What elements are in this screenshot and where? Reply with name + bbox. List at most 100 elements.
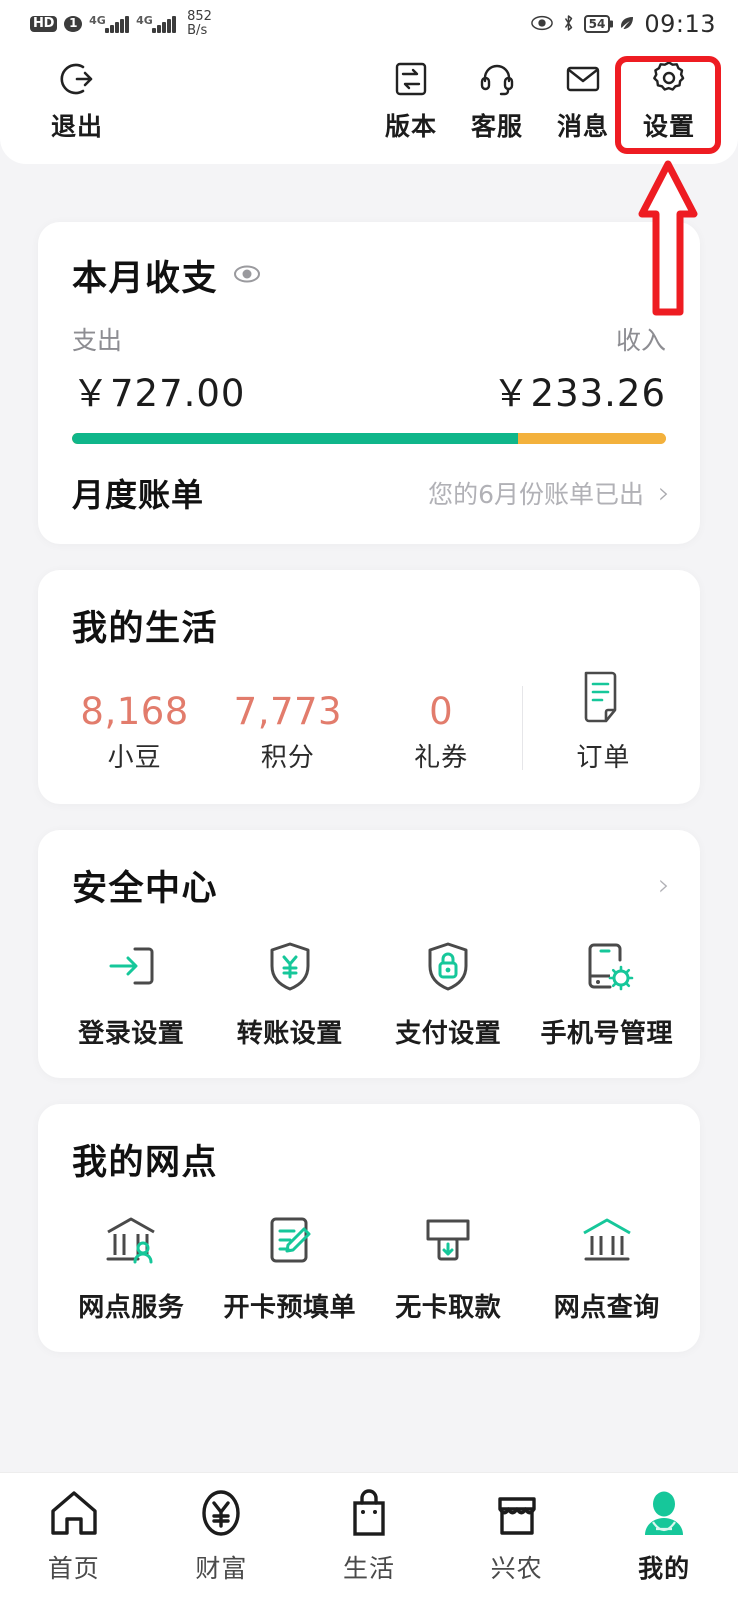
card-prefill-form-button[interactable]: 开卡预填单	[211, 1211, 370, 1324]
stat-beans[interactable]: 8,168 小豆	[58, 690, 211, 774]
logout-button[interactable]: 退出	[34, 56, 120, 143]
my-life-title: 我的生活	[72, 609, 219, 649]
stat-coupons-label: 礼券	[414, 743, 469, 773]
payment-settings-button[interactable]: 支付设置	[369, 937, 528, 1050]
security-center-chevron[interactable]: ›	[658, 868, 670, 903]
security-center-title: 安全中心	[72, 869, 219, 909]
expense-value: ￥727.00	[72, 372, 246, 415]
my-branch-card: 我的网点 网点服务 开卡预填单 无卡取款 网点查询	[38, 1104, 700, 1352]
network-speed: 852 B/s	[187, 10, 212, 37]
stat-beans-value: 8,168	[80, 690, 189, 733]
monthly-bill-title: 月度账单	[72, 476, 205, 514]
cardless-withdraw-button[interactable]: 无卡取款	[369, 1211, 528, 1324]
nav-item-agriculture[interactable]: 兴农	[443, 1489, 591, 1585]
my-life-stats-row: 8,168 小豆 7,773 积分 0 礼券 订单	[38, 651, 700, 804]
stat-coupons[interactable]: 0 礼券	[365, 690, 518, 774]
home-icon	[49, 1489, 99, 1541]
signal-strength-icon-2: 4G	[136, 13, 177, 33]
monthly-bill-chevron[interactable]: ›	[658, 476, 670, 511]
nav-label-mine: 我的	[638, 1553, 691, 1583]
settings-button[interactable]: 设置	[626, 56, 712, 143]
header-action-bar: 退出 版本 客服 消息 设置	[0, 48, 738, 164]
network-type-label-1: 4G	[89, 13, 106, 27]
status-bar: HD 1 4G 4G 852 B/s 54 09:13	[0, 0, 738, 48]
battery-icon: 54	[583, 15, 611, 33]
eye-care-icon	[530, 15, 553, 34]
payment-lock-shield-icon	[419, 937, 477, 999]
income-expense-values: ￥727.00 ￥233.26	[38, 357, 700, 417]
transfer-settings-label: 转账设置	[236, 1019, 343, 1049]
phone-management-button[interactable]: 手机号管理	[528, 937, 687, 1050]
my-branch-title: 我的网点	[72, 1143, 219, 1183]
my-branch-grid: 网点服务 开卡预填单 无卡取款 网点查询	[38, 1185, 700, 1352]
income-value: ￥233.26	[492, 372, 666, 415]
gear-icon	[648, 56, 690, 102]
settings-label: 设置	[642, 112, 695, 141]
orders-button[interactable]: 订单	[527, 669, 680, 774]
network-speed-unit: B/s	[187, 23, 208, 38]
bottom-navigation-bar: 首页 财富 生活 兴农 我的	[0, 1472, 738, 1600]
stat-points[interactable]: 7,773 积分	[211, 690, 364, 774]
nav-label-life: 生活	[342, 1553, 395, 1583]
monthly-bill-right: 您的6月份账单已出 ›	[428, 475, 670, 511]
power-saving-icon	[619, 15, 635, 34]
headset-icon	[477, 56, 517, 102]
header-actions: 版本 客服 消息 设置	[368, 56, 712, 143]
my-life-header: 我的生活	[38, 570, 700, 651]
branch-search-label: 网点查询	[553, 1293, 660, 1323]
customer-service-button[interactable]: 客服	[454, 56, 540, 143]
phone-management-label: 手机号管理	[540, 1019, 673, 1049]
monthly-bill-row[interactable]: 月度账单 您的6月份账单已出 ›	[38, 444, 700, 544]
yuan-circle-icon	[196, 1489, 246, 1541]
nav-item-life[interactable]: 生活	[295, 1488, 443, 1585]
branch-search-button[interactable]: 网点查询	[528, 1211, 687, 1324]
signal-strength-icon-1: 4G	[89, 13, 130, 33]
divider	[521, 686, 523, 770]
bank-person-icon	[102, 1211, 160, 1273]
nav-label-wealth: 财富	[195, 1553, 248, 1583]
cardless-withdraw-label: 无卡取款	[395, 1293, 502, 1323]
security-center-header[interactable]: 安全中心 ›	[38, 830, 700, 911]
monthly-bill-note: 您的6月份账单已出	[428, 480, 644, 509]
status-bar-left: HD 1 4G 4G 852 B/s	[30, 10, 212, 37]
messages-button[interactable]: 消息	[540, 56, 626, 143]
eye-icon[interactable]	[232, 263, 262, 289]
income-expense-header: 本月收支 ›	[38, 222, 700, 301]
income-expense-chevron[interactable]: ›	[662, 254, 674, 289]
income-expense-labels: 支出 收入	[38, 301, 700, 357]
messages-label: 消息	[556, 112, 609, 141]
person-avatar-icon	[639, 1489, 689, 1541]
transfer-settings-button[interactable]: 转账设置	[211, 937, 370, 1050]
payment-settings-label: 支付设置	[395, 1019, 502, 1049]
expense-bar-segment	[72, 433, 518, 444]
income-expense-bar	[72, 433, 666, 444]
stat-points-label: 积分	[260, 743, 315, 773]
bluetooth-icon	[562, 14, 575, 35]
branch-service-label: 网点服务	[78, 1293, 185, 1323]
nav-item-mine[interactable]: 我的	[590, 1489, 738, 1585]
security-center-grid: 登录设置 转账设置 支付设置 手机号管理	[38, 911, 700, 1078]
income-expense-card[interactable]: 本月收支 › 支出 收入 ￥727.00 ￥233.26 月度账单 您的6月份账…	[38, 222, 700, 544]
login-settings-label: 登录设置	[78, 1019, 185, 1049]
version-button[interactable]: 版本	[368, 56, 454, 143]
shopping-bag-icon	[344, 1488, 394, 1541]
expense-label: 支出	[72, 326, 123, 355]
network-type-label-2: 4G	[136, 13, 153, 27]
logout-icon	[55, 56, 99, 102]
store-icon	[492, 1489, 542, 1541]
income-expense-title: 本月收支	[72, 259, 219, 299]
nav-item-wealth[interactable]: 财富	[148, 1489, 296, 1585]
transfer-shield-icon	[261, 937, 319, 999]
version-label: 版本	[384, 112, 437, 141]
login-settings-button[interactable]: 登录设置	[52, 937, 211, 1050]
nav-label-agriculture: 兴农	[490, 1553, 543, 1583]
clock-time: 09:13	[644, 10, 716, 38]
hd-badge: HD	[30, 15, 58, 33]
nav-item-home[interactable]: 首页	[0, 1489, 148, 1585]
customer-service-label: 客服	[470, 112, 523, 141]
order-document-icon	[577, 669, 629, 729]
branch-service-button[interactable]: 网点服务	[52, 1211, 211, 1324]
nav-label-home: 首页	[47, 1553, 100, 1583]
status-bar-right: 54 09:13	[530, 10, 716, 38]
version-icon	[391, 56, 431, 102]
